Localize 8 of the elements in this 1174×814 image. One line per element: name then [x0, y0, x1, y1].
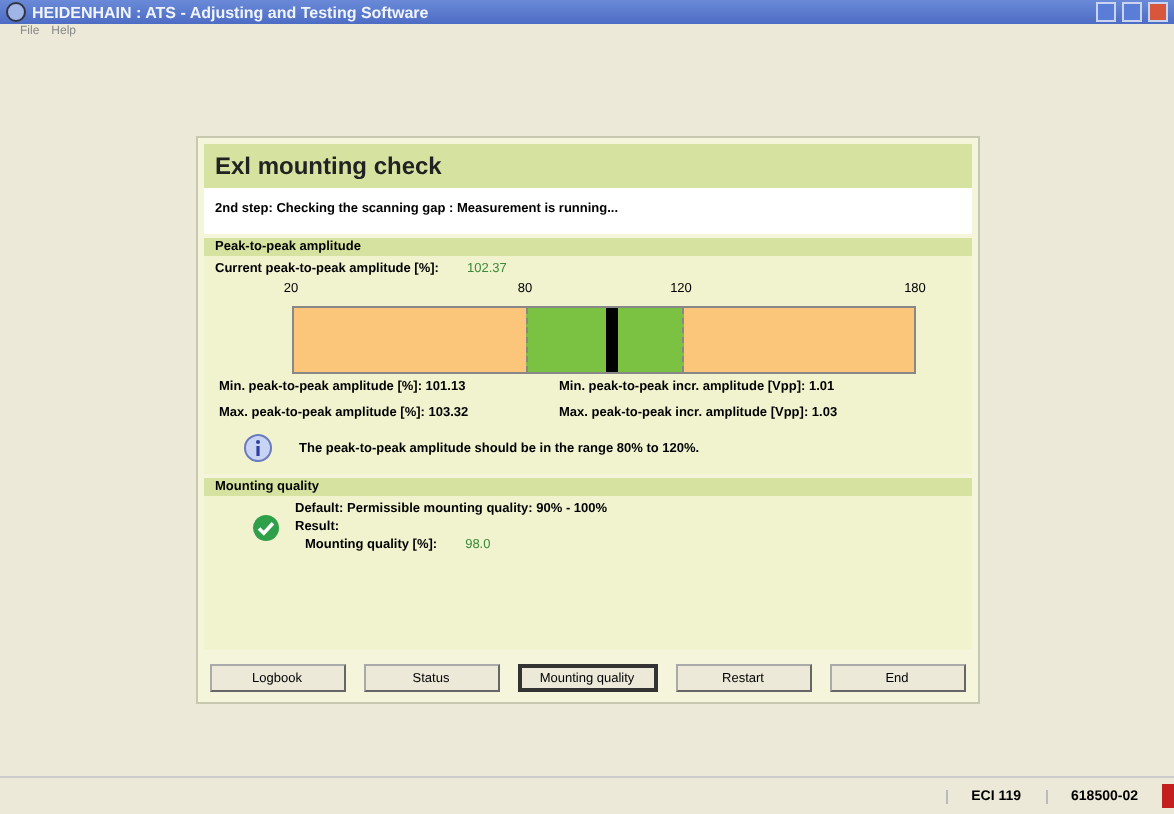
info-icon [243, 434, 271, 462]
check-icon [251, 513, 279, 541]
app-icon [6, 2, 26, 22]
window-title: HEIDENHAIN : ATS - Adjusting and Testing Software [32, 3, 431, 21]
maximize-button[interactable] [1122, 2, 1142, 22]
dialog-title: Exl mounting check [203, 144, 971, 188]
close-button[interactable] [1148, 2, 1168, 22]
minimize-button[interactable] [1096, 2, 1116, 22]
